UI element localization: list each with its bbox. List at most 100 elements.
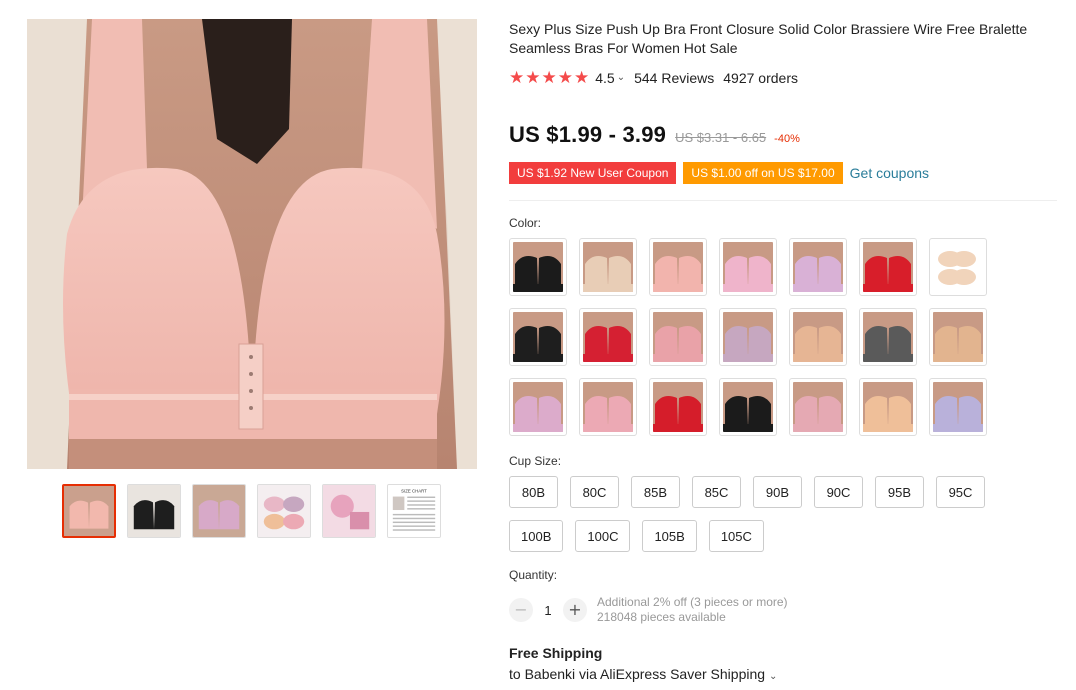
reviews-link[interactable]: 544 Reviews [634,70,714,86]
swatch-thumbnail [653,242,703,292]
cup-size-option[interactable]: 100C [575,520,631,552]
decrease-quantity-button[interactable]: − [509,598,533,622]
color-swatch[interactable] [929,378,987,436]
star-icon: ★ [557,68,573,87]
color-swatch[interactable] [649,238,707,296]
color-swatch[interactable] [929,308,987,366]
pieces-available: 218048 pieces available [597,610,726,624]
original-price: US $3.31 - 6.65 [675,130,767,145]
star-icon: ★ [525,68,541,87]
color-swatch[interactable] [579,308,637,366]
thumbnail-pink[interactable] [62,484,116,538]
swatch-thumbnail [723,382,773,432]
discount-badge: -40% [774,133,800,145]
thumbnail-strip: SIZE CHART [62,484,441,538]
swatch-thumbnail [723,312,773,362]
shipping-title: Free Shipping [509,645,603,661]
cup-size-option[interactable]: 95C [936,476,985,508]
thumbnail-lilac[interactable] [192,484,246,538]
swatch-thumbnail [653,312,703,362]
divider [509,200,1057,201]
cup-size-option[interactable]: 100B [509,520,564,552]
quantity-value[interactable]: 1 [533,603,563,618]
swatch-thumbnail [583,312,633,362]
color-swatch[interactable] [579,238,637,296]
cup-size-option[interactable]: 105B [642,520,697,552]
color-swatch[interactable] [929,238,987,296]
thumbnail-detail[interactable] [322,484,376,538]
cup-size-option[interactable]: 80B [509,476,558,508]
bra-photo [27,19,477,469]
swatch-thumbnail [793,242,843,292]
swatch-thumbnail [513,312,563,362]
swatch-thumbnail [863,242,913,292]
thumbnail-black[interactable] [127,484,181,538]
color-swatch[interactable] [859,308,917,366]
color-swatch[interactable] [719,378,777,436]
chevron-down-icon[interactable]: ⌄ [769,671,777,682]
swatch-thumbnail [583,242,633,292]
swatch-thumbnail [933,382,983,432]
swatch-thumbnail [583,382,633,432]
color-swatch[interactable] [789,308,847,366]
swatch-thumbnail [933,242,983,292]
star-icon: ★ [574,68,590,87]
swatch-thumbnail [723,242,773,292]
swatch-thumbnail [863,312,913,362]
cup-size-option[interactable]: 90B [753,476,802,508]
product-title: Sexy Plus Size Push Up Bra Front Closure… [509,21,1028,56]
color-swatch[interactable] [859,378,917,436]
get-coupons-link[interactable]: Get coupons [850,165,929,181]
star-icon: ★ [509,68,525,87]
swatch-thumbnail [513,242,563,292]
shipping-method[interactable]: to Babenki via AliExpress Saver Shipping… [509,666,777,682]
color-label: Color: [509,216,542,230]
color-swatch[interactable] [579,378,637,436]
rating-row: ★ ★ ★ ★ ★ 4.5 ⌄ 544 Reviews 4927 orders [509,69,798,86]
store-coupon[interactable]: US $1.00 off on US $17.00 [683,162,843,184]
cup-size-option[interactable]: 105C [708,520,764,552]
thumbnail-set[interactable] [257,484,311,538]
cup-size-options: 80B 80C 85B 85C 90B 90C 95B 95C 100B 100C 105B 105C [509,476,1009,552]
color-swatches [509,238,999,436]
color-swatch[interactable] [649,308,707,366]
shipping-method-text: to Babenki via AliExpress Saver Shipping [509,666,766,682]
chevron-down-icon[interactable]: ⌄ [617,72,625,83]
rating-stars: ★ ★ ★ ★ ★ [509,69,589,86]
swatch-thumbnail [933,312,983,362]
swatch-thumbnail [653,382,703,432]
current-price: US $1.99 - 3.99 [509,122,667,147]
color-swatch[interactable] [789,378,847,436]
quantity-stepper: − 1 + Additional 2% off (3 pieces or mor… [509,595,788,625]
cup-size-option[interactable]: 80C [570,476,619,508]
size-chart-label: SIZE CHART [401,489,427,494]
bulk-discount-text: Additional 2% off (3 pieces or more) [597,595,788,609]
new-user-coupon[interactable]: US $1.92 New User Coupon [509,162,677,184]
color-swatch[interactable] [509,238,567,296]
swatch-thumbnail [513,382,563,432]
color-swatch[interactable] [719,308,777,366]
cup-size-option[interactable]: 85C [692,476,741,508]
increase-quantity-button[interactable]: + [563,598,587,622]
thumbnail-size-chart[interactable]: SIZE CHART [387,484,441,538]
swatch-thumbnail [863,382,913,432]
color-swatch[interactable] [719,238,777,296]
rating-value[interactable]: 4.5 [595,70,614,86]
color-swatch[interactable] [859,238,917,296]
cup-size-label: Cup Size: [509,454,562,468]
color-swatch[interactable] [509,308,567,366]
color-swatch[interactable] [649,378,707,436]
swatch-thumbnail [793,312,843,362]
cup-size-option[interactable]: 90C [814,476,863,508]
price-row: US $1.99 - 3.99 US $3.31 - 6.65 -40% [509,122,800,148]
quantity-info: Additional 2% off (3 pieces or more) 218… [597,595,788,625]
orders-count: 4927 orders [723,69,798,86]
cup-size-option[interactable]: 85B [631,476,680,508]
cup-size-option[interactable]: 95B [875,476,924,508]
color-swatch[interactable] [789,238,847,296]
swatch-thumbnail [793,382,843,432]
color-swatch[interactable] [509,378,567,436]
quantity-label: Quantity: [509,568,558,582]
coupon-row: US $1.92 New User Coupon US $1.00 off on… [509,162,929,184]
main-product-image[interactable] [27,19,477,469]
